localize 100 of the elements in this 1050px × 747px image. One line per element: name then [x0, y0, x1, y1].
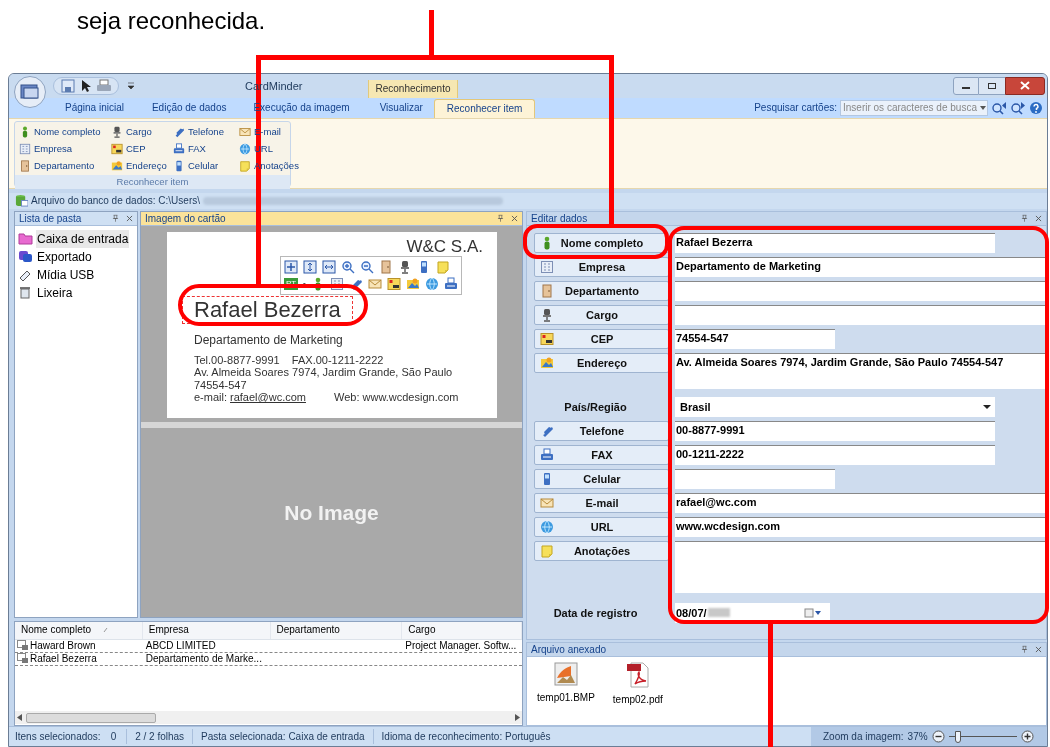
- scrollbar-thumb[interactable]: [26, 712, 156, 723]
- column-header[interactable]: Cargo: [402, 621, 522, 639]
- ribbon-item-button[interactable]: Endereço: [111, 157, 173, 175]
- fit-width-icon[interactable]: [322, 259, 336, 274]
- table-cell: Haward Brown: [30, 639, 96, 653]
- note-icon: [239, 160, 251, 173]
- search-previous-icon[interactable]: [991, 100, 1007, 115]
- text-field[interactable]: Rafael Bezerra: [675, 232, 995, 253]
- zoom-in-icon[interactable]: [341, 259, 355, 274]
- text-field[interactable]: rafael@wc.com: [675, 492, 1045, 513]
- attachment-name[interactable]: temp01.BMP: [537, 689, 595, 705]
- close-icon[interactable]: [1034, 644, 1043, 654]
- text-field[interactable]: 74554-547: [675, 328, 835, 349]
- text-field[interactable]: Av. Almeida Soares 7974, Jardim Grande, São Paulo 74554-547: [675, 352, 1045, 389]
- minimize-button[interactable]: [953, 77, 979, 95]
- ribbon-item-button[interactable]: Cargo: [111, 123, 173, 141]
- chair-icon[interactable]: [398, 259, 412, 274]
- text-field[interactable]: [675, 468, 835, 489]
- close-icon[interactable]: [510, 213, 519, 223]
- scroll-left-icon[interactable]: [17, 714, 23, 721]
- folder-item[interactable]: Caixa de entrada: [36, 229, 130, 248]
- ribbon-item-button[interactable]: Telefone: [173, 123, 239, 141]
- text-field[interactable]: Departamento de Marketing: [675, 256, 1045, 277]
- ribbon-item-button[interactable]: CEP: [111, 140, 173, 158]
- calendar-dropdown-icon[interactable]: [804, 607, 822, 618]
- field-button[interactable]: Departamento: [534, 280, 669, 301]
- globe-icon: [540, 519, 554, 534]
- status-text: Idioma de reconhecimento: Português: [380, 730, 552, 744]
- bitmap-file-icon[interactable]: [553, 661, 578, 686]
- folder-item[interactable]: Lixeira: [36, 283, 74, 302]
- card-phone-line: Tel.00-8877-9991 FAX.00-1211-2222: [194, 353, 385, 367]
- trash-icon: [18, 286, 33, 300]
- envelope-icon: [239, 126, 251, 139]
- redacted-text: [707, 608, 730, 618]
- zoom-out-icon[interactable]: [360, 259, 374, 274]
- close-icon[interactable]: [1034, 213, 1043, 223]
- field-button[interactable]: Endereço: [534, 352, 669, 373]
- maximize-button[interactable]: [979, 77, 1005, 95]
- close-button[interactable]: [1005, 77, 1045, 95]
- pin-icon[interactable]: [1020, 644, 1029, 654]
- phone-icon: [173, 126, 185, 139]
- folder-item[interactable]: Exportado: [36, 247, 93, 266]
- pin-icon[interactable]: [496, 213, 505, 223]
- field-button[interactable]: Celular: [534, 468, 669, 489]
- zoom-in-button[interactable]: [1020, 730, 1034, 743]
- date-field[interactable]: 08/07/: [675, 602, 830, 623]
- ribbon-item-button[interactable]: Celular: [173, 157, 239, 175]
- column-header[interactable]: Empresa: [142, 621, 271, 639]
- ribbon-item-button[interactable]: Nome completo: [19, 123, 111, 141]
- table-cell: Rafael Bezerra: [30, 652, 97, 666]
- scroll-right-icon[interactable]: [514, 714, 520, 721]
- pin-icon[interactable]: [111, 213, 120, 223]
- text-field[interactable]: 00-1211-2222: [675, 444, 995, 465]
- ribbon-tab[interactable]: Edição de dados: [150, 98, 228, 118]
- ribbon-item-button[interactable]: Departamento: [19, 157, 111, 175]
- ribbon-tab[interactable]: Visualizar: [378, 98, 424, 118]
- column-header[interactable]: Nome completo: [15, 621, 143, 639]
- globe-icon[interactable]: [425, 276, 439, 291]
- pointer-icon[interactable]: [80, 79, 92, 93]
- customize-caret-icon[interactable]: [127, 82, 135, 90]
- attachment-name[interactable]: temp02.pdf: [612, 691, 663, 707]
- help-icon[interactable]: [1029, 100, 1043, 115]
- column-header[interactable]: Departamento: [270, 621, 403, 639]
- text-field[interactable]: [675, 540, 1045, 593]
- map-icon[interactable]: [406, 276, 420, 291]
- zoom-out-button[interactable]: [931, 730, 945, 743]
- zoom-value: 37%: [907, 730, 928, 744]
- map-icon: [111, 160, 123, 173]
- ribbon-item-button[interactable]: Empresa: [19, 140, 111, 158]
- fit-page-icon[interactable]: [284, 259, 298, 274]
- text-field[interactable]: www.wcdesign.com: [675, 516, 1045, 537]
- field-button[interactable]: CEP: [534, 328, 669, 349]
- building-icon: [540, 259, 554, 274]
- field-button[interactable]: FAX: [534, 444, 669, 465]
- field-button[interactable]: Anotações: [534, 540, 669, 561]
- ribbon-item-button[interactable]: FAX: [173, 140, 239, 158]
- text-field[interactable]: [675, 280, 1045, 301]
- country-dropdown[interactable]: Brasil: [675, 396, 995, 417]
- field-button[interactable]: Telefone: [534, 420, 669, 441]
- field-button[interactable]: Cargo: [534, 304, 669, 325]
- pdf-file-icon[interactable]: [625, 661, 650, 688]
- search-next-icon[interactable]: [1010, 100, 1026, 115]
- text-field[interactable]: [675, 304, 1045, 325]
- field-button[interactable]: URL: [534, 516, 669, 537]
- field-label: Data de registro: [553, 605, 638, 621]
- zoom-slider-thumb[interactable]: [954, 730, 961, 743]
- ribbon-tab[interactable]: Página inicial: [64, 98, 125, 118]
- ribbon-group-title: Reconhecer item: [15, 174, 290, 189]
- instruction-text: seja reconhecida.: [77, 7, 266, 34]
- text-field[interactable]: 00-8877-9991: [675, 420, 995, 441]
- zoom-slider[interactable]: [948, 730, 1017, 743]
- folder-item[interactable]: Mídia USB: [36, 265, 96, 284]
- fax-icon[interactable]: [444, 276, 458, 291]
- postal-code-icon[interactable]: [387, 276, 401, 291]
- building-icon[interactable]: [330, 276, 344, 291]
- ribbon-tab[interactable]: Reconhecer item: [433, 98, 536, 118]
- field-button[interactable]: E-mail: [534, 492, 669, 513]
- fit-height-icon[interactable]: [303, 259, 317, 274]
- pin-icon[interactable]: [1020, 213, 1029, 223]
- close-icon[interactable]: [125, 213, 134, 223]
